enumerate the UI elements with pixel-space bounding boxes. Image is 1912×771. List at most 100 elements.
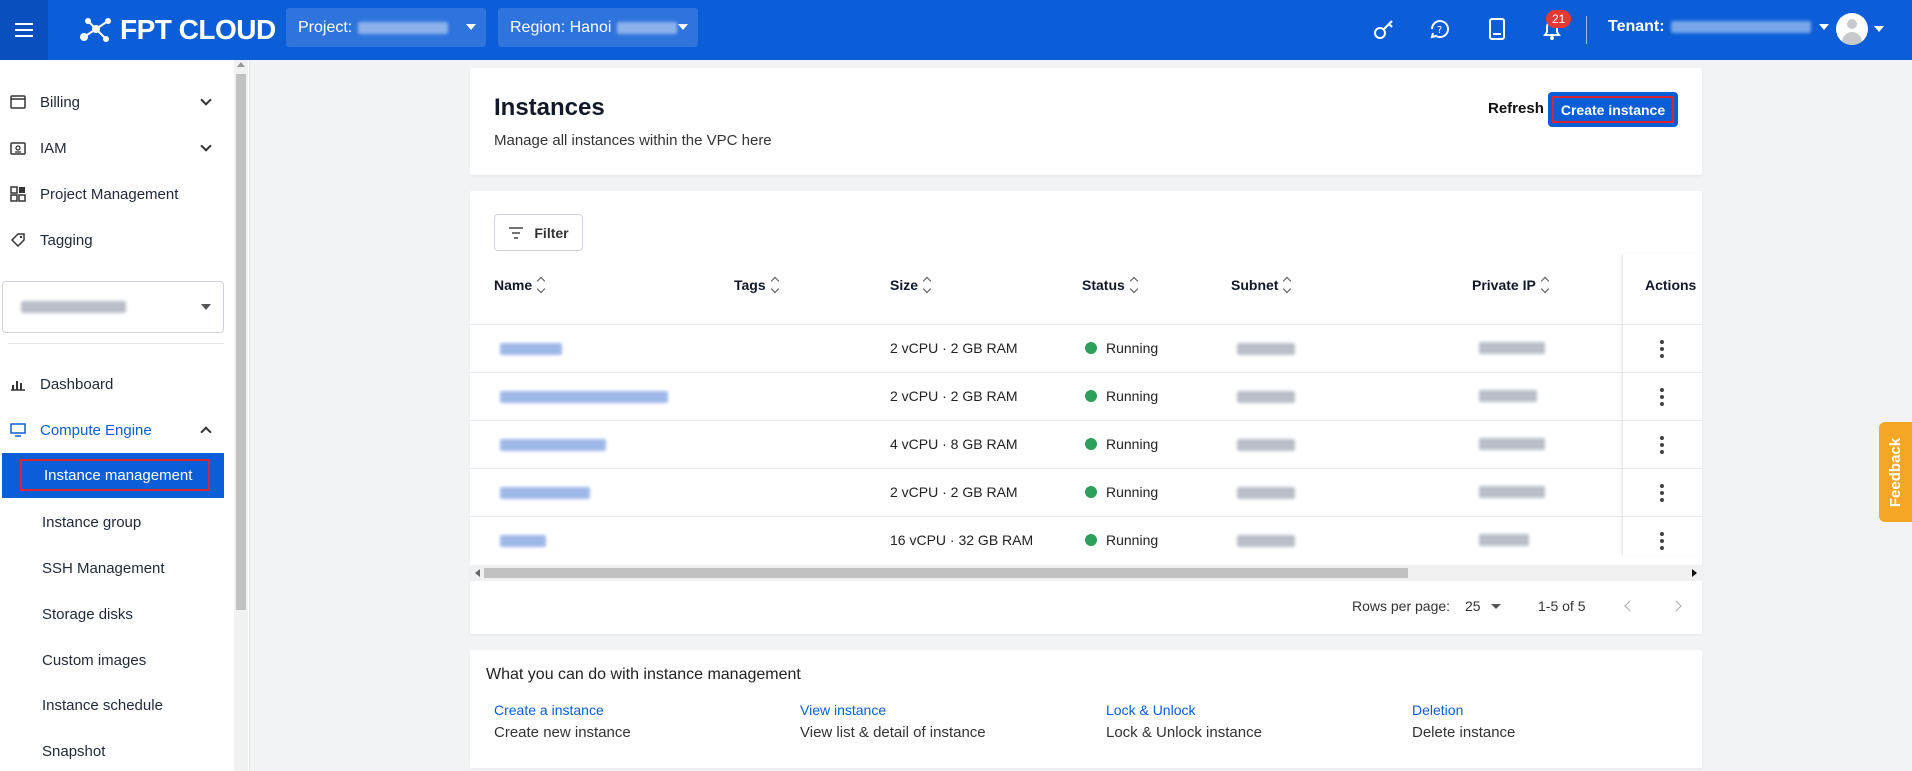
help-desc-lock: Lock & Unlock instance — [1106, 724, 1262, 741]
project-selector[interactable]: Project: — [286, 8, 486, 47]
tenant-selector[interactable]: Tenant: — [1608, 18, 1829, 36]
sidebar-item-storage-disks[interactable]: Storage disks — [0, 594, 224, 634]
rows-per-page-select[interactable]: 25 — [1465, 598, 1501, 614]
column-header-size[interactable]: Size — [890, 276, 932, 294]
feedback-tab[interactable]: Feedback — [1879, 422, 1912, 522]
sidebar-item-compute-engine[interactable]: Compute Engine — [0, 410, 224, 450]
key-icon[interactable] — [1369, 14, 1399, 44]
instance-size: 2 vCPU · 2 GB RAM — [890, 388, 1018, 404]
chevron-down-icon — [466, 24, 476, 30]
table-row-divider — [470, 468, 1702, 469]
sidebar-scrollbar-thumb[interactable] — [236, 74, 246, 610]
instance-size: 4 vCPU · 8 GB RAM — [890, 436, 1018, 452]
help-link-lock[interactable]: Lock & Unlock — [1106, 702, 1195, 718]
sidebar-project-select[interactable] — [2, 281, 224, 333]
sidebar-item-instance-group[interactable]: Instance group — [0, 502, 224, 542]
instance-size: 2 vCPU · 2 GB RAM — [890, 340, 1018, 356]
sidebar-item-dashboard[interactable]: Dashboard — [0, 364, 224, 404]
chevron-down-icon — [1490, 603, 1501, 609]
chevron-down-icon[interactable] — [1874, 26, 1884, 32]
instance-name-link[interactable] — [500, 535, 546, 547]
sidebar-item-label: SSH Management — [42, 559, 165, 577]
table-scrollbar-thumb[interactable] — [484, 568, 1408, 578]
scroll-up-arrow-icon[interactable] — [237, 62, 245, 67]
sidebar-item-ssh-management[interactable]: SSH Management — [0, 548, 224, 588]
column-header-tags[interactable]: Tags — [734, 276, 779, 294]
instance-name-link[interactable] — [500, 487, 590, 499]
chevron-up-icon — [200, 426, 212, 438]
brand-logo[interactable]: FPT CLOUD — [76, 14, 276, 46]
pagination-range: 1-5 of 5 — [1538, 598, 1586, 614]
sidebar-item-billing[interactable]: Billing — [0, 82, 224, 122]
subnet-redacted — [1237, 487, 1295, 499]
help-desc-create: Create new instance — [494, 724, 631, 741]
sidebar-item-label: Instance schedule — [42, 696, 163, 714]
instance-status: Running — [1085, 340, 1158, 356]
filter-label: Filter — [534, 224, 569, 241]
create-instance-button[interactable]: Create instance — [1548, 92, 1678, 127]
table-row-divider — [470, 420, 1702, 421]
filter-button[interactable]: Filter — [494, 214, 583, 251]
sidebar-item-instance-management[interactable]: Instance management — [2, 453, 224, 498]
docs-book-icon[interactable] — [1482, 14, 1512, 44]
column-header-subnet[interactable]: Subnet — [1231, 276, 1292, 294]
sidebar-item-label: Custom images — [42, 651, 147, 669]
monitor-icon — [9, 423, 27, 437]
instance-name-link[interactable] — [500, 439, 606, 451]
support-chat-icon[interactable]: ? — [1425, 14, 1455, 44]
column-header-status[interactable]: Status — [1082, 276, 1139, 294]
sidebar-item-snapshot[interactable]: Snapshot — [0, 731, 224, 771]
help-desc-deletion: Delete instance — [1412, 724, 1516, 741]
more-actions-icon[interactable] — [1660, 482, 1664, 503]
instances-table-card: Filter Name Tags Size Status Subnet Priv… — [470, 191, 1702, 634]
top-bar: FPT CLOUD Project: Region: Hanoi ? 21 Te… — [0, 0, 1912, 60]
id-card-icon — [9, 141, 27, 155]
help-link-create[interactable]: Create a instance — [494, 702, 604, 718]
next-page-icon[interactable] — [1670, 600, 1682, 612]
previous-page-icon[interactable] — [1624, 600, 1636, 612]
table-row-divider — [470, 516, 1702, 517]
more-actions-icon[interactable] — [1660, 530, 1664, 551]
project-name-redacted — [358, 21, 449, 34]
rows-per-page-label: Rows per page: — [1352, 598, 1451, 614]
help-link-view[interactable]: View instance — [800, 702, 886, 718]
more-actions-icon[interactable] — [1660, 338, 1664, 359]
running-status-icon — [1085, 438, 1097, 450]
help-link-deletion[interactable]: Deletion — [1412, 702, 1463, 718]
help-title: What you can do with instance management — [486, 666, 801, 683]
region-selector[interactable]: Region: Hanoi — [498, 8, 698, 47]
sidebar-item-label: Billing — [40, 93, 81, 111]
refresh-button[interactable]: Refresh — [1488, 100, 1544, 117]
subnet-redacted — [1237, 391, 1295, 403]
sidebar-item-project-management[interactable]: Project Management — [0, 174, 224, 214]
sidebar-item-tagging[interactable]: Tagging — [0, 220, 224, 260]
chevron-down-icon — [200, 94, 212, 106]
hamburger-menu-button[interactable] — [0, 0, 48, 60]
sidebar-divider — [8, 343, 224, 344]
sort-icon — [770, 276, 779, 294]
private-ip-redacted — [1479, 438, 1545, 450]
sidebar-item-custom-images[interactable]: Custom images — [0, 640, 224, 680]
wallet-icon — [9, 95, 27, 109]
column-header-name[interactable]: Name — [494, 276, 546, 294]
sidebar-item-instance-schedule[interactable]: Instance schedule — [0, 685, 224, 725]
running-status-icon — [1085, 390, 1097, 402]
private-ip-redacted — [1479, 486, 1545, 498]
brand-name: FPT CLOUD — [120, 14, 276, 45]
scroll-left-arrow-icon[interactable] — [475, 569, 480, 577]
more-actions-icon[interactable] — [1660, 386, 1664, 407]
chevron-down-icon — [200, 140, 212, 152]
sidebar-item-iam[interactable]: IAM — [0, 128, 224, 168]
fpt-logo-icon — [80, 18, 111, 42]
column-header-private-ip[interactable]: Private IP — [1472, 276, 1550, 294]
instance-name-link[interactable] — [500, 343, 562, 355]
table-horizontal-scrollbar[interactable] — [470, 565, 1702, 581]
instance-size: 2 vCPU · 2 GB RAM — [890, 484, 1018, 500]
filter-icon — [509, 226, 524, 239]
notification-count-badge: 21 — [1546, 10, 1572, 28]
running-status-icon — [1085, 342, 1097, 354]
instance-name-link[interactable] — [500, 391, 668, 403]
more-actions-icon[interactable] — [1660, 434, 1664, 455]
user-avatar[interactable] — [1836, 13, 1868, 45]
scroll-right-arrow-icon[interactable] — [1692, 569, 1697, 577]
